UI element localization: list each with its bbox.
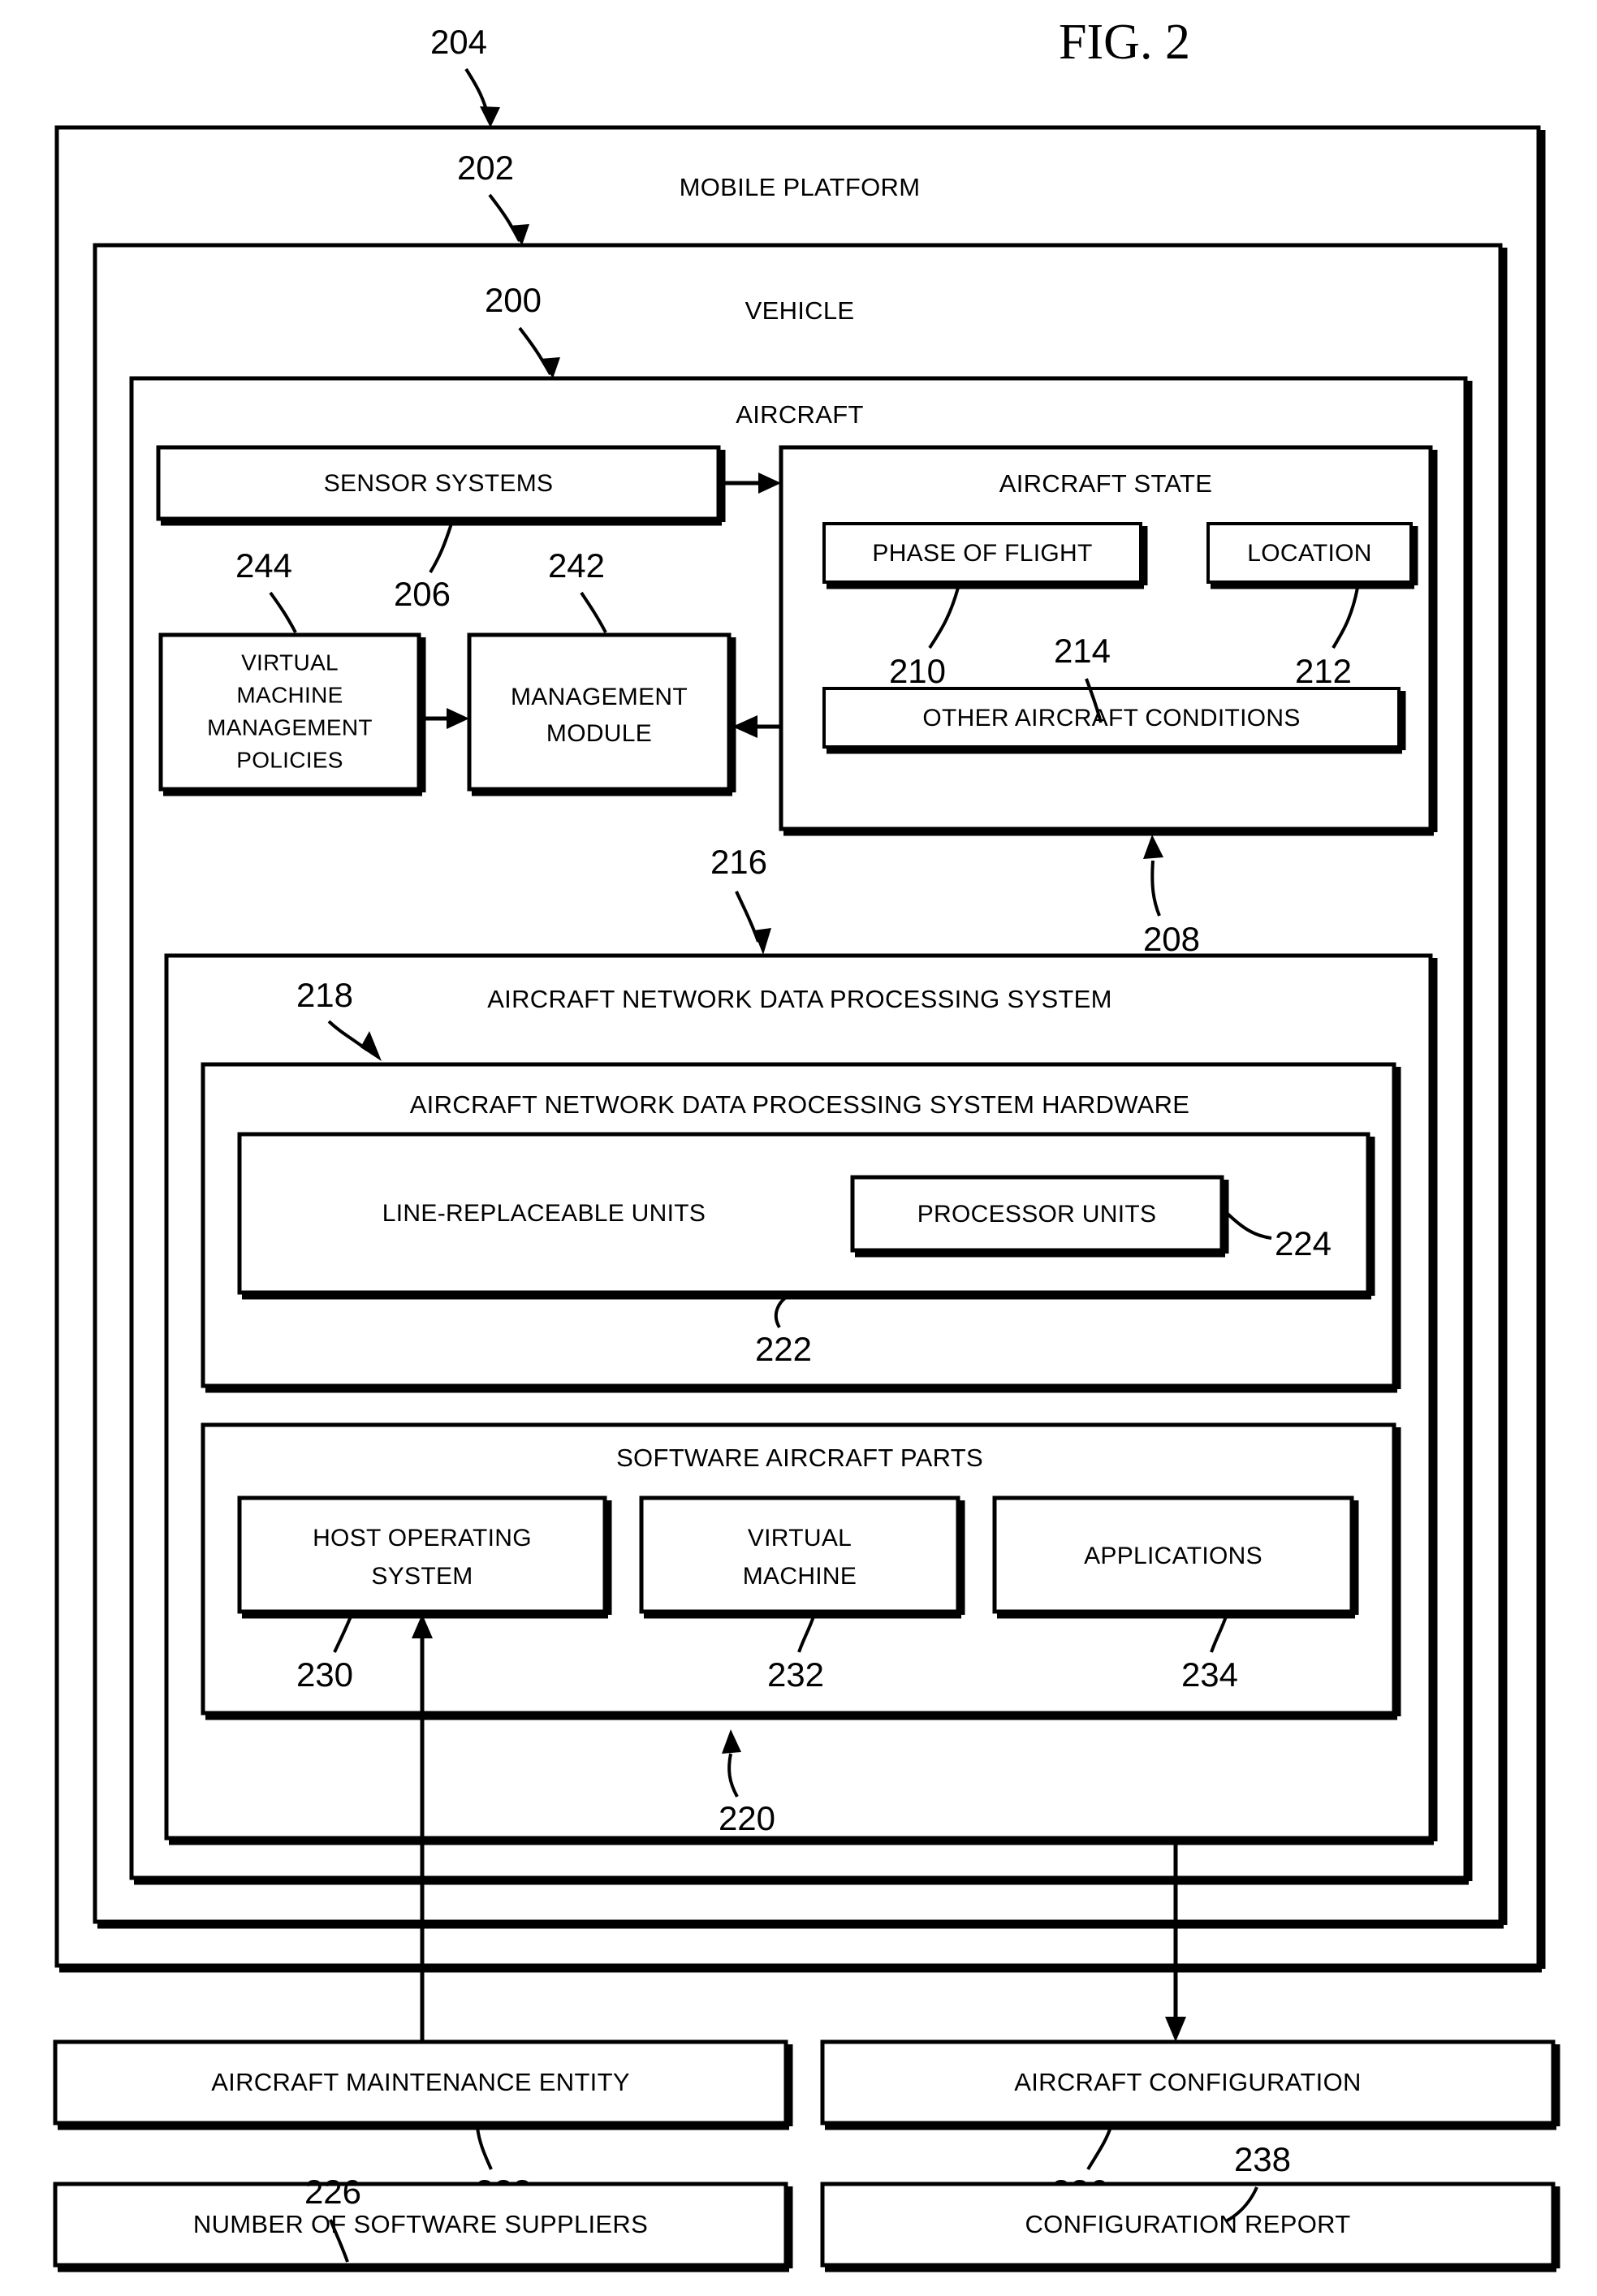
block-vm-policies-line1: VIRTUAL: [241, 650, 339, 675]
block-host-os-line1: HOST OPERATING: [313, 1525, 532, 1552]
block-sensor-systems-label: SENSOR SYSTEMS: [324, 470, 554, 497]
block-management-module-line1: MANAGEMENT: [511, 684, 688, 710]
block-sensor-systems: SENSOR SYSTEMS: [156, 445, 726, 526]
block-phase-of-flight: PHASE OF FLIGHT: [822, 522, 1148, 589]
reference-214-number: 214: [1054, 632, 1111, 670]
reference-204-number: 204: [430, 23, 487, 61]
block-vm-policies-line2: MACHINE: [236, 682, 343, 707]
block-virtual-machine-line2: MACHINE: [743, 1563, 857, 1590]
reference-200-number: 200: [485, 281, 542, 319]
block-vm-policies-line4: POLICIES: [236, 747, 343, 772]
block-configuration-report-label: CONFIGURATION REPORT: [1025, 2210, 1351, 2238]
block-other-aircraft-conditions: OTHER AIRCRAFT CONDITIONS: [822, 687, 1406, 754]
container-aircraft-state-label: AIRCRAFT STATE: [999, 469, 1213, 498]
block-other-aircraft-conditions-label: OTHER AIRCRAFT CONDITIONS: [922, 705, 1300, 732]
reference-210-number: 210: [889, 652, 946, 690]
figure-title: FIG. 2: [1059, 15, 1190, 70]
block-number-of-software-suppliers: NUMBER OF SOFTWARE SUPPLIERS: [53, 2182, 793, 2272]
block-aircraft-configuration-label: AIRCRAFT CONFIGURATION: [1014, 2068, 1361, 2096]
block-vm-policies-line3: MANAGEMENT: [207, 714, 373, 740]
container-vehicle-label: VEHICLE: [745, 296, 855, 325]
block-virtual-machine: VIRTUAL MACHINE: [639, 1495, 965, 1619]
block-virtual-machine-line1: VIRTUAL: [748, 1525, 852, 1552]
reference-222-number: 222: [755, 1330, 812, 1368]
reference-244-number: 244: [235, 546, 292, 585]
container-software-parts-label: SOFTWARE AIRCRAFT PARTS: [616, 1444, 983, 1472]
block-host-operating-system: HOST OPERATING SYSTEM: [237, 1495, 612, 1619]
container-aircraft-label: AIRCRAFT: [736, 400, 863, 429]
block-aircraft-configuration: AIRCRAFT CONFIGURATION: [820, 2039, 1560, 2130]
block-host-os-line2: SYSTEM: [371, 1563, 473, 1590]
block-management-module-line2: MODULE: [546, 720, 652, 747]
container-mobile-platform-label: MOBILE PLATFORM: [680, 173, 921, 201]
block-line-replaceable-units-label: LINE-REPLACEABLE UNITS: [382, 1200, 706, 1227]
block-applications: APPLICATIONS: [992, 1495, 1359, 1619]
container-andps-label: AIRCRAFT NETWORK DATA PROCESSING SYSTEM: [487, 985, 1112, 1013]
container-andps-hardware-label: AIRCRAFT NETWORK DATA PROCESSING SYSTEM …: [410, 1090, 1190, 1119]
block-applications-label: APPLICATIONS: [1084, 1543, 1262, 1569]
block-processor-units: PROCESSOR UNITS: [850, 1175, 1229, 1258]
reference-212-number: 212: [1295, 652, 1352, 690]
reference-208-number: 208: [1143, 920, 1200, 958]
reference-242-number: 242: [548, 546, 605, 585]
reference-226-number: 226: [304, 2173, 361, 2211]
reference-206-number: 206: [394, 575, 451, 613]
reference-238-number: 238: [1234, 2140, 1291, 2178]
block-management-module: MANAGEMENT MODULE: [467, 632, 736, 796]
block-phase-of-flight-label: PHASE OF FLIGHT: [872, 540, 1092, 567]
block-location: LOCATION: [1206, 522, 1418, 589]
reference-230-number: 230: [296, 1655, 353, 1694]
block-processor-units-label: PROCESSOR UNITS: [917, 1201, 1157, 1228]
block-maintenance-entity-label: AIRCRAFT MAINTENANCE ENTITY: [211, 2068, 630, 2096]
reference-216-number: 216: [710, 843, 767, 881]
block-aircraft-maintenance-entity: AIRCRAFT MAINTENANCE ENTITY: [53, 2039, 793, 2130]
block-vm-management-policies: VIRTUAL MACHINE MANAGEMENT POLICIES: [158, 632, 426, 796]
reference-234-number: 234: [1181, 1655, 1238, 1694]
reference-218-number: 218: [296, 976, 353, 1014]
reference-204: 204: [430, 23, 500, 127]
block-configuration-report: CONFIGURATION REPORT: [820, 2182, 1560, 2272]
patent-figure-2: FIG. 2 MOBILE PLATFORM 204 VEHICLE 202 A…: [0, 0, 1597, 2296]
block-location-label: LOCATION: [1247, 540, 1372, 567]
reference-202-number: 202: [457, 149, 514, 187]
reference-224-number: 224: [1275, 1224, 1332, 1262]
block-software-suppliers-label: NUMBER OF SOFTWARE SUPPLIERS: [193, 2210, 648, 2238]
reference-232-number: 232: [767, 1655, 824, 1694]
reference-220-number: 220: [719, 1799, 775, 1837]
